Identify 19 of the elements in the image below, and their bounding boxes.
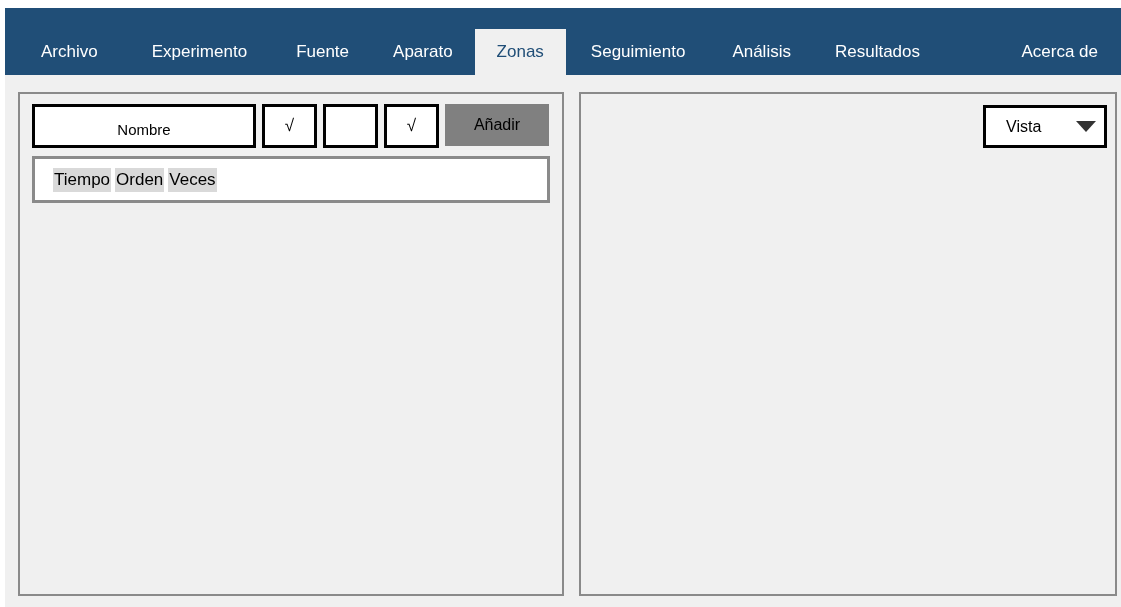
tab[interactable]: Archivo xyxy=(14,29,125,75)
checkbox[interactable] xyxy=(323,104,378,148)
column-tag[interactable]: Tiempo xyxy=(53,167,112,192)
add-button[interactable]: Añadir xyxy=(445,104,549,146)
tab[interactable]: Acerca de xyxy=(999,29,1120,75)
tab[interactable]: Experimento xyxy=(124,29,275,75)
tab[interactable]: Seguimiento xyxy=(565,29,711,75)
checkbox[interactable]: √ xyxy=(262,104,317,148)
tab[interactable]: Resultados xyxy=(812,29,943,75)
tab[interactable]: Aparato xyxy=(371,29,475,75)
column-tag[interactable]: Veces xyxy=(168,167,217,192)
tab[interactable]: Zonas xyxy=(474,29,566,75)
caret-icon xyxy=(1076,121,1096,132)
name-field[interactable]: Nombre xyxy=(32,104,256,148)
tab[interactable]: Análisis xyxy=(710,29,813,75)
checkbox[interactable]: √ xyxy=(384,104,439,148)
column-tag[interactable]: Orden xyxy=(115,167,165,192)
view-dropdown[interactable]: Vista xyxy=(983,105,1107,148)
tab[interactable]: Fuente xyxy=(274,29,372,75)
